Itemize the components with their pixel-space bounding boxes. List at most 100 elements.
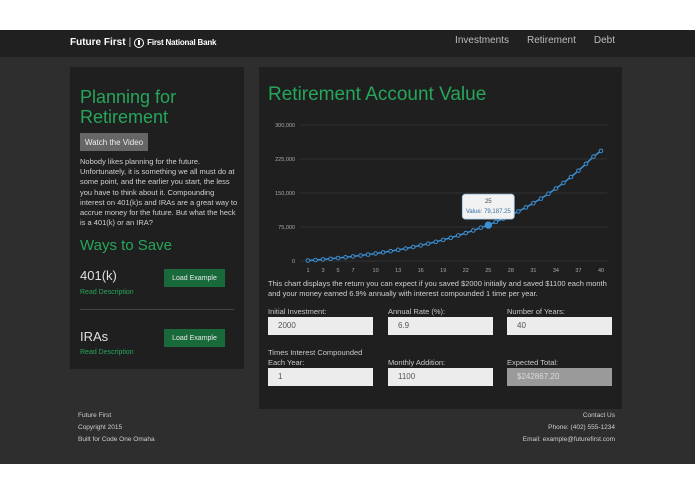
tooltip-title: 25 xyxy=(485,199,492,205)
x-tick-label: 19 xyxy=(440,268,446,274)
ira-read-description-link[interactable]: Read Description xyxy=(80,349,134,356)
expected-total-output: $242867.20 xyxy=(507,368,612,386)
footer-right: Contact Us Phone: (402) 555-1234 Email: … xyxy=(523,410,615,446)
data-point xyxy=(463,230,469,236)
data-point xyxy=(395,247,401,253)
monthly-addition-label: Monthly Addition: xyxy=(388,358,446,367)
data-point xyxy=(493,219,499,225)
footer-phone: Phone: (402) 555-1234 xyxy=(548,424,615,431)
intro-text: Nobody likes planning for the future. Un… xyxy=(80,157,238,228)
footer-left: Future First Copyright 2015 Built for Co… xyxy=(78,410,155,446)
brand[interactable]: Future First | First National Bank xyxy=(70,37,216,48)
401k-read-description-link[interactable]: Read Description xyxy=(80,289,134,296)
data-point xyxy=(313,257,318,263)
times-compounded-input[interactable]: 1 xyxy=(268,368,373,386)
tooltip-value: Value: 79,187.25 xyxy=(466,209,512,215)
brand-name: Future First xyxy=(70,37,126,48)
y-tick-label: 150,000 xyxy=(275,191,295,197)
expected-total-label: Expected Total: xyxy=(507,358,559,367)
nav-debt[interactable]: Debt xyxy=(594,35,615,46)
ira-title: IRAs xyxy=(80,329,109,344)
annual-rate-input[interactable]: 6.9 xyxy=(388,317,493,335)
data-point xyxy=(478,225,484,230)
main-nav: Investments Retirement Debt xyxy=(455,35,615,46)
main-title: Retirement Account Value xyxy=(268,84,487,105)
data-point xyxy=(583,161,589,167)
ways-to-save-heading: Ways to Save xyxy=(80,237,172,254)
x-tick-label: 10 xyxy=(373,268,379,274)
annual-rate-label: Annual Rate (%): xyxy=(388,307,446,316)
data-point xyxy=(365,252,371,257)
watch-video-button[interactable]: Watch the Video xyxy=(80,133,148,151)
bank-logo-icon xyxy=(134,37,145,48)
x-tick-label: 34 xyxy=(553,268,559,274)
data-point xyxy=(576,168,581,173)
footer-contact-link[interactable]: Contact Us xyxy=(523,410,615,422)
app-window: Future First | First National Bank Inves… xyxy=(0,30,695,464)
y-tick-label: 75,000 xyxy=(278,225,295,231)
data-point xyxy=(343,254,348,260)
data-point xyxy=(410,244,416,250)
bank-name: First National Bank xyxy=(147,38,217,47)
main-panel: Retirement Account Value 0 75,000 150,000 2… xyxy=(259,67,622,409)
nav-investments[interactable]: Investments xyxy=(455,35,509,46)
x-tick-label: 25 xyxy=(485,268,491,274)
data-point xyxy=(561,180,566,186)
data-point xyxy=(388,248,393,254)
x-tick-label: 5 xyxy=(337,268,340,274)
chart-tooltip xyxy=(461,193,515,220)
data-point xyxy=(538,196,544,201)
data-point xyxy=(531,200,536,206)
number-of-years-label: Number of Years: xyxy=(507,307,565,316)
sidebar-title: Planning for Retirement xyxy=(80,87,177,127)
data-point xyxy=(358,253,363,258)
x-tick-label: 16 xyxy=(418,268,424,274)
retirement-chart[interactable]: 075,000150,000225,000300,0001 3 5 7 10 13 16 19… xyxy=(268,117,613,277)
times-compounded-label: Times Interest Compounded Each Year: xyxy=(268,348,363,367)
data-point xyxy=(335,255,341,261)
data-point xyxy=(516,209,521,214)
data-point xyxy=(440,237,446,243)
brand-separator: | xyxy=(128,37,132,48)
footer-brand: Future First xyxy=(78,412,112,419)
y-tick-label: 300,000 xyxy=(275,123,295,129)
series-line xyxy=(307,150,602,262)
data-point xyxy=(418,243,423,248)
data-point xyxy=(591,154,596,159)
data-point xyxy=(448,235,454,241)
data-point xyxy=(380,250,386,255)
ira-load-example-button[interactable]: Load Example xyxy=(164,329,225,347)
x-tick-label: 22 xyxy=(463,268,469,274)
data-point xyxy=(403,246,408,251)
monthly-addition-input[interactable]: 1100 xyxy=(388,368,493,386)
data-point xyxy=(373,251,378,256)
divider xyxy=(80,309,234,310)
data-point xyxy=(484,221,493,229)
footer-email[interactable]: Email: example@futurefirst.com xyxy=(523,434,615,446)
data-point xyxy=(305,258,311,263)
data-point xyxy=(455,233,461,238)
x-tick-label: 28 xyxy=(508,268,514,274)
number-of-years-input[interactable]: 40 xyxy=(507,317,612,335)
initial-investment-label: Initial Investment: xyxy=(268,307,327,316)
data-point xyxy=(425,241,431,246)
x-tick-label: 37 xyxy=(575,268,581,274)
data-point xyxy=(470,228,476,233)
x-tick-label: 40 xyxy=(598,268,604,274)
x-tick-label: 13 xyxy=(395,268,401,274)
initial-investment-input[interactable]: 2000 xyxy=(268,317,373,335)
data-point xyxy=(433,239,439,245)
nav-retirement[interactable]: Retirement xyxy=(527,35,576,46)
data-point xyxy=(523,205,529,210)
chart-description: This chart displays the return you can e… xyxy=(268,279,607,298)
footer-copyright: Copyright 2015 xyxy=(78,424,123,431)
top-navbar: Future First | First National Bank Inves… xyxy=(0,30,695,57)
data-point xyxy=(553,186,559,191)
x-tick-label: 1 xyxy=(306,268,309,274)
data-point xyxy=(546,191,551,197)
x-tick-label: 7 xyxy=(352,268,355,274)
401k-load-example-button[interactable]: Load Example xyxy=(164,269,225,287)
footer-credit: Built for Code One Omaha xyxy=(78,436,155,443)
x-tick-label: 3 xyxy=(321,268,324,274)
data-point xyxy=(350,254,356,259)
